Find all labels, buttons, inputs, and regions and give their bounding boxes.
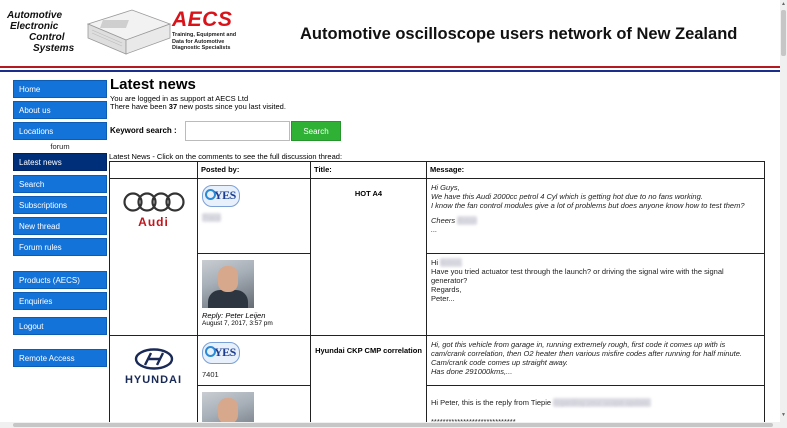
column-header-title: Title: <box>310 161 427 179</box>
logo-line-2: Electronic <box>10 21 59 32</box>
column-header-brand <box>109 161 198 179</box>
reply-date: August 7, 2017, 3:57 pm <box>202 320 273 327</box>
keyword-search-input[interactable] <box>185 121 290 141</box>
column-header-message: Message: <box>426 161 765 179</box>
tagline-line-3: Diagnostic Specialists <box>172 45 231 51</box>
site-title: Automotive oscilloscope users network of… <box>300 25 738 43</box>
sidebar-item-subscriptions[interactable]: Subscriptions <box>13 196 107 214</box>
message-line: Has done 291000kms,... <box>431 367 513 376</box>
aecs-tagline: Training, Equipment and Data for Automot… <box>172 32 236 52</box>
thread-title-cell[interactable]: Hyundai CKP CMP correlation <box>310 335 427 428</box>
brand-cell-audi: Audi <box>109 178 198 336</box>
brand-name-hyundai: HYUNDAI <box>124 374 183 386</box>
poster-id: 7401 <box>202 370 219 379</box>
thread-title[interactable]: HOT A4 <box>355 189 382 198</box>
poster-name-redacted: Trace <box>202 213 221 222</box>
logo-line-3: Control <box>29 32 65 43</box>
logo-line-4: Systems <box>33 43 75 54</box>
audi-rings-logo <box>122 192 185 212</box>
poster-cell[interactable]: YES Trace <box>197 178 311 254</box>
aecs-wordmark[interactable]: Automotive Electronic Control Systems <box>7 10 74 54</box>
keyword-search-label: Keyword search : <box>110 126 177 135</box>
column-header-posted-by: Posted by: <box>197 161 311 179</box>
brand-cell-hyundai: HYUNDAI <box>109 335 198 428</box>
news-intro-text: Latest News - Click on the comments to s… <box>109 152 343 161</box>
new-posts-notice: There have been 37 new posts since you l… <box>110 102 286 111</box>
reply-line: Hi Peter, this is the reply from Tiepie … <box>431 398 651 407</box>
message-line: Peter... <box>431 294 455 303</box>
sidebar-item-enquiries[interactable]: Enquiries <box>13 292 107 310</box>
site-header: Automotive Electronic Control Systems AE… <box>0 0 780 64</box>
badge-text: YES <box>214 345 236 359</box>
thread-title-cell[interactable]: HOT A4 <box>310 178 427 336</box>
table-row: HYUNDAI YES 7401 Hyundai CKP CMP correla… <box>109 335 765 428</box>
scroll-up-arrow-icon[interactable]: ▲ <box>781 1 786 7</box>
ecu-module-image <box>86 9 172 55</box>
yes-member-badge: YES <box>202 342 240 364</box>
message-line: We have this Audi 2000cc petrol 4 Cyl wh… <box>431 192 703 201</box>
horizontal-scrollbar[interactable] <box>0 422 780 428</box>
new-posts-prefix: There have been <box>110 102 169 111</box>
message-ellipsis: ... <box>431 225 438 234</box>
search-button[interactable]: Search <box>291 121 341 141</box>
reply-greeting: Hi Brenn, <box>431 258 463 267</box>
latest-news-table: Posted by: Title: Message: Audi YES Trac… <box>109 161 765 428</box>
brand-name-audi: Audi <box>138 215 169 229</box>
reply-message-cell[interactable]: Hi Brenn, Have you tried actuator test t… <box>426 253 765 336</box>
aecs-brand[interactable]: AECS Training, Equipment and Data for Au… <box>172 9 236 52</box>
sidebar-item-home[interactable]: Home <box>13 80 107 98</box>
message-line: Hi Guys, <box>431 183 460 192</box>
tagline-line-1: Training, Equipment and <box>172 32 237 38</box>
scrollbar-thumb[interactable] <box>781 10 786 56</box>
poster-cell[interactable]: YES 7401 <box>197 335 311 386</box>
reply-poster-cell[interactable]: Reply: Peter Leijen August 7, 2017, 3:57… <box>197 253 311 336</box>
message-line: I know the fan control modules give a lo… <box>431 201 745 210</box>
sidebar-item-new-thread[interactable]: New thread <box>13 217 107 235</box>
table-row: Audi YES Trace HOT A4 Hi Guys, We have t… <box>109 178 765 336</box>
vertical-scrollbar[interactable]: ▲ ▼ <box>780 0 787 428</box>
message-cell[interactable]: Hi, got this vehicle from garage in, run… <box>426 335 765 386</box>
avatar <box>202 260 254 308</box>
table-row: Reply: Peter Leijen August 7, 2017, 3:57… <box>110 253 765 336</box>
sidebar-item-forum-rules[interactable]: Forum rules <box>13 238 107 256</box>
sidebar-item-locations[interactable]: Locations <box>13 122 107 140</box>
sidebar-item-products[interactable]: Products (AECS) <box>13 271 107 289</box>
badge-text: YES <box>214 188 236 202</box>
sidebar-item-remote-access[interactable]: Remote Access <box>13 349 107 367</box>
message-line: Hi, got this vehicle from garage in, run… <box>431 340 742 367</box>
message-cell[interactable]: Hi Guys, We have this Audi 2000cc petrol… <box>426 178 765 254</box>
sidebar-item-latest-news[interactable]: Latest news <box>13 153 107 171</box>
sidebar-item-logout[interactable]: Logout <box>13 317 107 335</box>
hyundai-h-logo <box>134 348 173 370</box>
logo-line-1: Automotive <box>7 10 62 21</box>
thread-title[interactable]: Hyundai CKP CMP correlation <box>315 346 422 355</box>
scroll-down-arrow-icon[interactable]: ▼ <box>781 412 786 418</box>
sidebar-item-search[interactable]: Search <box>13 175 107 193</box>
yes-member-badge: YES <box>202 185 240 207</box>
reply-author: Reply: Peter Leijen <box>202 311 266 320</box>
new-posts-suffix: new posts since you last visited. <box>177 102 286 111</box>
new-posts-count: 37 <box>168 102 178 111</box>
sidebar-item-about-us[interactable]: About us <box>13 101 107 119</box>
message-signoff: Cheers Brenn <box>431 216 478 225</box>
aecs-logo-title: AECS <box>172 8 233 31</box>
horizontal-scrollbar-thumb[interactable] <box>13 423 773 427</box>
header-divider-blue <box>0 70 780 72</box>
header-divider-red <box>0 66 780 68</box>
page-title: Latest news <box>110 76 196 93</box>
sidebar-section-forum: forum <box>50 142 70 151</box>
message-line: Regards, <box>431 285 462 294</box>
message-line: Have you tried actuator test through the… <box>431 267 724 285</box>
table-header-row: Posted by: Title: Message: <box>109 161 765 179</box>
